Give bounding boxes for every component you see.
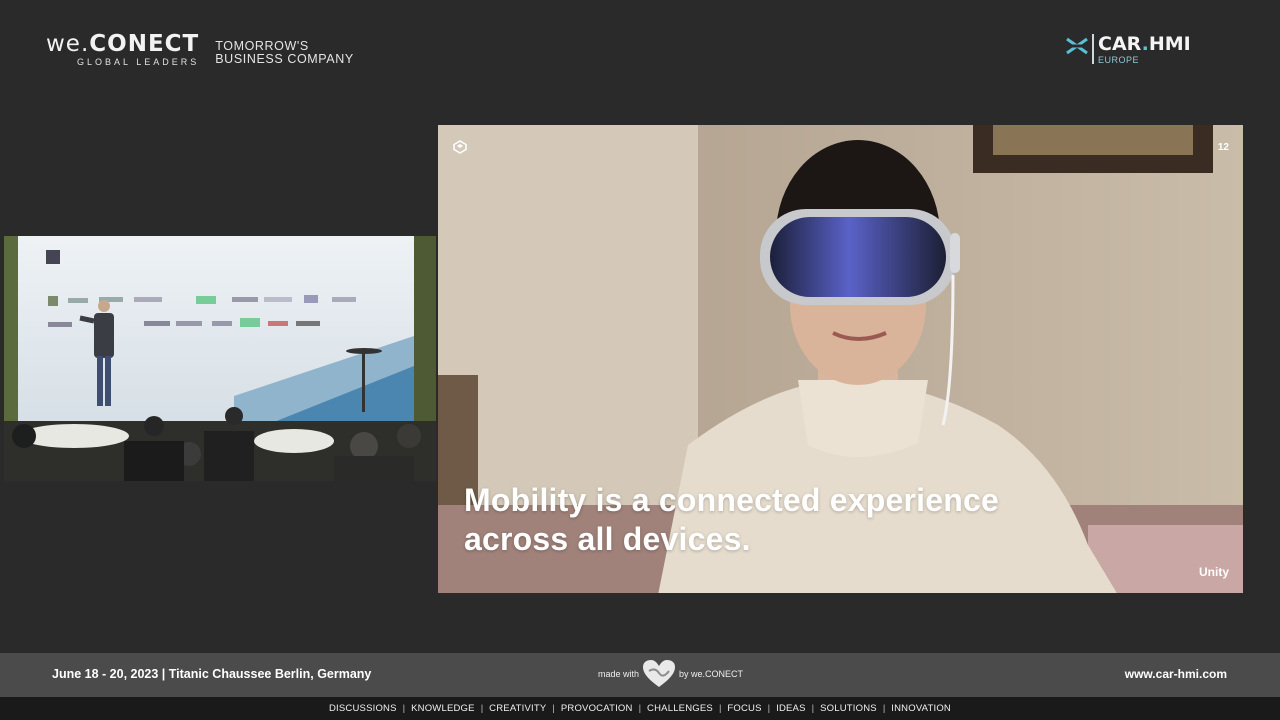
theme-separator: | (552, 703, 555, 714)
weconect-prefix: we. (46, 31, 90, 57)
theme-strip: DISCUSSIONS | KNOWLEDGE | CREATIVITY | PROVOCA… (0, 697, 1280, 720)
logo-divider (1092, 34, 1094, 64)
made-with-badge: made with by we.CONECT (598, 659, 743, 689)
speaker-video (4, 236, 436, 481)
stage-scene (4, 236, 436, 481)
presentation-slide: 12 Mobility is a connected experience ac… (438, 125, 1243, 593)
theme-separator: | (767, 703, 771, 714)
made-with-label: made with (598, 669, 640, 679)
footer-bar: June 18 - 20, 2023 | Titanic Chaussee Be… (0, 653, 1280, 697)
theme-separator: | (480, 703, 484, 714)
by-weconect-label: by we.CONECT (679, 669, 744, 679)
car-hmi-x-icon (1066, 37, 1088, 55)
car-hmi-logo: CAR.HMI EUROPE (1066, 34, 1191, 65)
theme-item: FOCUS (727, 703, 762, 714)
unity-cube-icon (453, 140, 467, 154)
weconect-logo: we.CONECT GLOBAL LEADERS (46, 32, 199, 67)
theme-item: SOLUTIONS (820, 703, 877, 714)
car-hmi-region: EUROPE (1098, 55, 1140, 65)
slide-page-number: 12 (1217, 142, 1229, 153)
slide-title: Mobility is a connected experience acros… (464, 481, 999, 559)
theme-item: DISCUSSIONS (328, 703, 397, 714)
weconect-name: CONECT (89, 31, 200, 57)
theme-item: CREATIVITY (489, 703, 547, 714)
slide-title-line2: across all devices. (464, 521, 751, 557)
weconect-brand: we.CONECT GLOBAL LEADERS TOMORROW'S BUSI… (46, 32, 354, 67)
theme-item: INNOVATION (891, 703, 951, 714)
theme-item: KNOWLEDGE (411, 703, 475, 714)
theme-item: PROVOCATION (560, 703, 633, 714)
tagline-line2: BUSINESS COMPANY (215, 52, 354, 66)
slide-title-line1: Mobility is a connected experience (464, 482, 999, 518)
website-link[interactable]: www.car-hmi.com (1125, 667, 1227, 681)
slide-brand: Unity (1199, 565, 1229, 579)
theme-separator: | (402, 703, 406, 714)
tagline: TOMORROW'S BUSINESS COMPANY (215, 40, 354, 66)
theme-separator: | (882, 703, 886, 714)
event-info: June 18 - 20, 2023 | Titanic Chaussee Be… (52, 667, 372, 681)
theme-item: CHALLENGES (647, 703, 713, 714)
heart-icon (643, 660, 676, 687)
theme-item: IDEAS (776, 703, 806, 714)
theme-separator: | (638, 703, 642, 714)
theme-separator: | (718, 703, 722, 714)
theme-separator: | (811, 703, 815, 714)
car-hmi-name: CAR.HMI (1098, 33, 1191, 55)
weconect-subtitle: GLOBAL LEADERS (77, 57, 200, 67)
